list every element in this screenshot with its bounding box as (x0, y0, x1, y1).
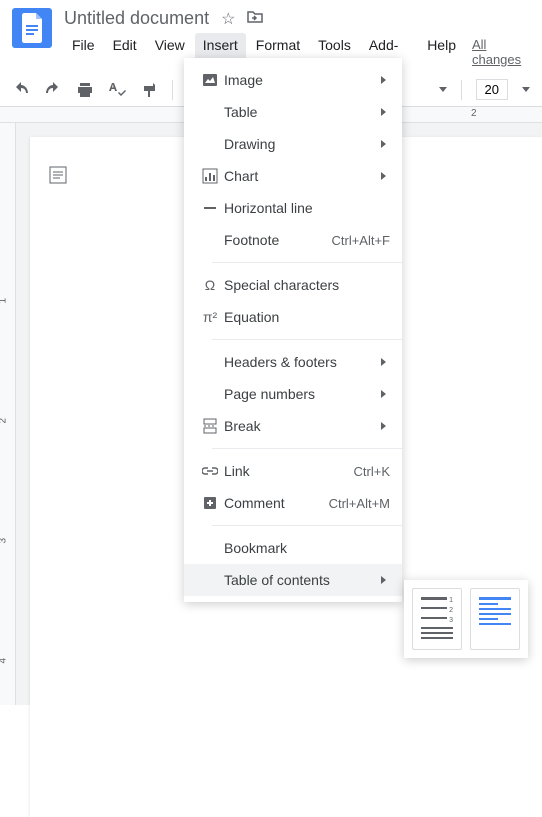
menu-label: Drawing (224, 136, 375, 152)
shortcut-label: Ctrl+Alt+F (331, 233, 390, 248)
break-icon (196, 418, 224, 434)
menu-divider (212, 262, 402, 263)
insert-menu-dropdown: Image Table Drawing Chart Horizontal lin… (184, 58, 402, 602)
menu-label: Table (224, 104, 375, 120)
print-button[interactable] (76, 81, 94, 99)
vertical-ruler[interactable]: 1 2 3 4 (0, 123, 16, 705)
menu-edit[interactable]: Edit (105, 33, 145, 73)
shortcut-label: Ctrl+Alt+M (329, 496, 390, 511)
menu-item-horizontal-line[interactable]: Horizontal line (184, 192, 402, 224)
ruler-label: 1 (0, 298, 9, 304)
shortcut-label: Ctrl+K (354, 464, 390, 479)
menu-item-headers-footers[interactable]: Headers & footers (184, 346, 402, 378)
toolbar-separator (172, 80, 173, 100)
submenu-arrow-icon (381, 140, 390, 148)
paint-format-button[interactable] (140, 81, 158, 99)
menu-item-page-numbers[interactable]: Page numbers (184, 378, 402, 410)
dropdown-icon[interactable] (439, 87, 447, 96)
menu-label: Break (224, 418, 375, 434)
move-icon[interactable] (247, 9, 263, 28)
submenu-arrow-icon (381, 76, 390, 84)
menu-item-bookmark[interactable]: Bookmark (184, 532, 402, 564)
toc-option-numbered[interactable]: 1 2 3 (412, 588, 462, 650)
menu-label: Horizontal line (224, 200, 390, 216)
menu-item-image[interactable]: Image (184, 64, 402, 96)
menu-item-equation[interactable]: π² Equation (184, 301, 402, 333)
menu-label: Table of contents (224, 572, 375, 588)
menu-label: Footnote (224, 232, 331, 248)
spellcheck-button[interactable] (108, 81, 126, 99)
all-changes-link[interactable]: All changes (466, 33, 530, 73)
menu-divider (212, 448, 402, 449)
font-size-input[interactable]: 20 (476, 79, 508, 100)
menu-label: Equation (224, 309, 390, 325)
dropdown-icon[interactable] (522, 87, 530, 96)
submenu-arrow-icon (381, 422, 390, 430)
horizontal-line-icon (196, 200, 224, 216)
menu-item-special-characters[interactable]: Ω Special characters (184, 269, 402, 301)
toolbar-separator (461, 80, 462, 100)
chart-icon (196, 168, 224, 184)
menu-item-link[interactable]: Link Ctrl+K (184, 455, 402, 487)
undo-button[interactable] (12, 81, 30, 99)
comment-icon (196, 495, 224, 511)
menu-label: Special characters (224, 277, 390, 293)
docs-logo[interactable] (12, 8, 52, 48)
menu-item-comment[interactable]: Comment Ctrl+Alt+M (184, 487, 402, 519)
ruler-label: 3 (0, 538, 9, 544)
menu-help[interactable]: Help (419, 33, 464, 73)
image-icon (196, 72, 224, 88)
menu-divider (212, 525, 402, 526)
menu-label: Page numbers (224, 386, 375, 402)
redo-button[interactable] (44, 81, 62, 99)
menu-label: Headers & footers (224, 354, 375, 370)
menu-label: Comment (224, 495, 329, 511)
submenu-arrow-icon (381, 108, 390, 116)
submenu-arrow-icon (381, 172, 390, 180)
submenu-arrow-icon (381, 390, 390, 398)
ruler-label: 4 (0, 658, 9, 664)
link-icon (196, 463, 224, 479)
document-title[interactable]: Untitled document (64, 8, 209, 29)
star-icon[interactable]: ☆ (221, 9, 235, 29)
menu-item-table[interactable]: Table (184, 96, 402, 128)
menu-label: Bookmark (224, 540, 390, 556)
toc-submenu: 1 2 3 (404, 580, 528, 658)
submenu-arrow-icon (381, 576, 390, 584)
menu-label: Link (224, 463, 354, 479)
ruler-label: 2 (0, 418, 9, 424)
submenu-arrow-icon (381, 358, 390, 366)
menu-label: Chart (224, 168, 375, 184)
omega-icon: Ω (196, 277, 224, 293)
menu-item-break[interactable]: Break (184, 410, 402, 442)
ruler-label: 2 (471, 108, 477, 119)
menu-divider (212, 339, 402, 340)
menu-item-footnote[interactable]: Footnote Ctrl+Alt+F (184, 224, 402, 256)
outline-icon[interactable] (48, 165, 68, 190)
menu-label: Image (224, 72, 375, 88)
menu-item-drawing[interactable]: Drawing (184, 128, 402, 160)
pi-icon: π² (196, 309, 224, 325)
menu-file[interactable]: File (64, 33, 103, 73)
menu-item-table-of-contents[interactable]: Table of contents (184, 564, 402, 596)
menu-item-chart[interactable]: Chart (184, 160, 402, 192)
toc-option-links[interactable] (470, 588, 520, 650)
